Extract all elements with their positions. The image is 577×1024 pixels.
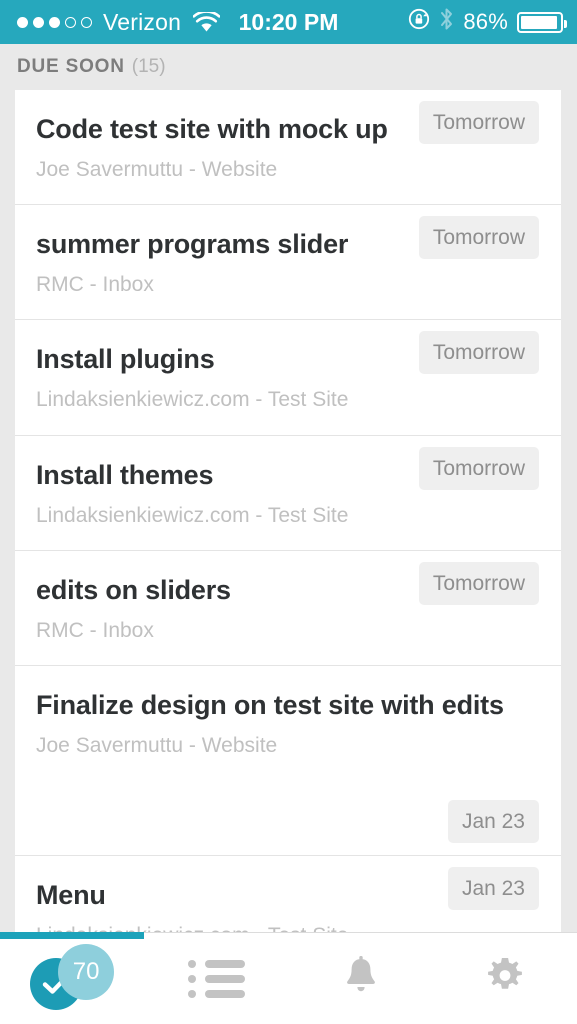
section-header: DUE SOON (15) xyxy=(0,44,577,90)
status-bar-clock: 10:20 PM xyxy=(238,8,339,35)
task-count-badge: 70 xyxy=(58,943,115,1000)
task-title: Menu xyxy=(36,880,106,911)
due-date-badge[interactable]: Tomorrow xyxy=(418,216,539,260)
rotation-lock-icon xyxy=(408,8,430,36)
task-title: edits on sliders xyxy=(36,574,231,605)
app-screen: Verizon 10:20 PM 86% DUE SOON (15) Code … xyxy=(0,0,577,1024)
status-bar: Verizon 10:20 PM 86% xyxy=(0,0,577,44)
due-date-badge[interactable]: Tomorrow xyxy=(418,446,539,490)
section-title: DUE SOON xyxy=(17,56,125,77)
tab-tasks[interactable]: 70 xyxy=(0,933,144,1024)
battery-percent-label: 86% xyxy=(463,9,508,34)
bell-icon xyxy=(341,955,381,1002)
task-card[interactable]: edits on sliders RMC - Inbox Tomorrow xyxy=(15,550,561,667)
gear-icon xyxy=(484,955,526,1002)
list-icon xyxy=(187,959,245,998)
task-subtitle: Joe Savermuttu - Website xyxy=(36,158,278,182)
task-card[interactable]: summer programs slider RMC - Inbox Tomor… xyxy=(15,205,561,321)
task-title: Code test site with mock up xyxy=(36,114,388,144)
signal-strength-indicator xyxy=(17,16,92,28)
tab-settings[interactable] xyxy=(433,933,577,1024)
bluetooth-icon xyxy=(439,7,454,37)
task-subtitle: Lindaksienkiewicz.com - Test Site xyxy=(36,388,349,412)
due-date-badge[interactable]: Tomorrow xyxy=(418,331,539,375)
task-list[interactable]: Code test site with mock up Joe Savermut… xyxy=(15,90,561,932)
task-subtitle: RMC - Inbox xyxy=(36,618,154,642)
task-card[interactable]: Menu Lindaksienkiewicz.com - Test Site J… xyxy=(15,856,561,932)
task-card[interactable]: Install themes Lindaksienkiewicz.com - T… xyxy=(15,435,561,551)
task-title: Install plugins xyxy=(36,344,215,375)
due-date-badge[interactable]: Jan 23 xyxy=(447,800,539,844)
task-title: summer programs slider xyxy=(36,229,349,260)
due-date-badge[interactable]: Tomorrow xyxy=(418,561,539,605)
task-card[interactable]: Code test site with mock up Joe Savermut… xyxy=(15,90,561,206)
section-count: (15) xyxy=(131,56,166,77)
task-subtitle: Lindaksienkiewicz.com - Test Site xyxy=(36,923,434,932)
task-card[interactable]: Install plugins Lindaksienkiewicz.com - … xyxy=(15,320,561,436)
tab-notifications[interactable] xyxy=(289,933,433,1024)
task-card[interactable]: Finalize design on test site with edits … xyxy=(15,666,561,857)
status-bar-left: Verizon xyxy=(0,9,236,36)
wifi-icon xyxy=(193,11,221,33)
task-subtitle: RMC - Inbox xyxy=(36,273,154,297)
task-subtitle: Joe Savermuttu - Website xyxy=(36,734,278,758)
task-title: Install themes xyxy=(36,459,214,490)
carrier-label: Verizon xyxy=(103,8,182,35)
battery-icon xyxy=(517,11,567,33)
status-bar-right: 86% xyxy=(341,7,577,37)
due-date-badge[interactable]: Tomorrow xyxy=(418,101,539,144)
task-title: Finalize design on test site with edits xyxy=(36,690,504,721)
tab-lists[interactable] xyxy=(144,933,288,1024)
due-date-badge[interactable]: Jan 23 xyxy=(447,867,539,911)
tab-bar: 70 xyxy=(0,932,577,1024)
task-subtitle: Lindaksienkiewicz.com - Test Site xyxy=(36,503,349,527)
